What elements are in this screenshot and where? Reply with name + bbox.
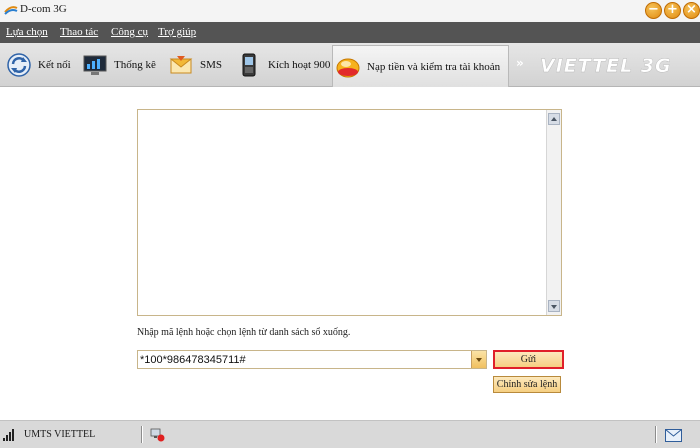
phone-icon	[242, 53, 256, 77]
signal-strength-icon	[3, 429, 14, 441]
menu-help[interactable]: Trợ giúp	[158, 26, 196, 38]
connection-status-icon	[150, 428, 165, 442]
dropdown-arrow-icon[interactable]	[471, 351, 486, 368]
menu-actions[interactable]: Thao tác	[60, 26, 98, 38]
command-instruction: Nhập mã lệnh hoặc chọn lệnh từ danh sách…	[137, 327, 351, 338]
response-scrollbar[interactable]	[546, 110, 561, 315]
toolbar: Kết nối Thống kê SMS Kích hoạt 900 Nạp t…	[0, 43, 700, 87]
scroll-down-button[interactable]	[548, 300, 560, 312]
toolbar-topup-label: Nạp tiền và kiểm tra tài khoản	[367, 60, 501, 73]
message-envelope-icon[interactable]	[665, 429, 682, 442]
response-text-area[interactable]	[137, 109, 562, 316]
brand-text: VIETTEL 3G	[540, 55, 672, 77]
command-input[interactable]	[140, 352, 470, 367]
send-button[interactable]: Gửi	[493, 350, 564, 369]
toolbar-activate-900-label: Kích hoạt 900	[268, 59, 331, 71]
command-combobox[interactable]	[137, 350, 487, 369]
title-bar: D-com 3G − + ×	[0, 0, 700, 22]
edit-command-button[interactable]: Chỉnh sửa lệnh	[493, 376, 561, 393]
toolbar-more-icon[interactable]: »	[516, 56, 524, 70]
network-status: UMTS VIETTEL	[24, 429, 96, 440]
status-separator	[141, 426, 143, 443]
toolbar-connect-label: Kết nối	[38, 59, 71, 71]
minimize-button[interactable]: −	[645, 2, 662, 19]
statistics-icon	[83, 55, 107, 75]
topup-icon	[336, 58, 360, 77]
scroll-up-button[interactable]	[548, 113, 560, 125]
viettel-3g-logo: VIETTEL 3G	[540, 55, 672, 77]
menu-tools[interactable]: Công cụ	[111, 26, 148, 38]
menu-options[interactable]: Lựa chọn	[6, 26, 48, 38]
toolbar-sms-label: SMS	[200, 59, 223, 71]
status-separator-right	[655, 426, 657, 443]
status-bar: UMTS VIETTEL	[0, 420, 700, 448]
toolbar-sms-button[interactable]: SMS	[168, 43, 222, 87]
connect-icon	[7, 53, 31, 77]
app-logo-icon	[4, 6, 18, 15]
maximize-button[interactable]: +	[664, 2, 681, 19]
menu-bar: Lựa chọn Thao tác Công cụ Trợ giúp	[0, 22, 700, 43]
close-button[interactable]: ×	[683, 2, 700, 19]
toolbar-connect-button[interactable]: Kết nối	[6, 43, 71, 87]
toolbar-activate-900-button[interactable]: Kích hoạt 900	[236, 43, 330, 87]
toolbar-statistics-label: Thống kê	[114, 59, 156, 71]
sms-envelope-icon	[169, 56, 193, 74]
toolbar-statistics-button[interactable]: Thống kê	[82, 43, 156, 87]
toolbar-topup-button[interactable]: Nạp tiền và kiểm tra tài khoản	[332, 45, 510, 87]
window-title: D-com 3G	[20, 3, 67, 15]
